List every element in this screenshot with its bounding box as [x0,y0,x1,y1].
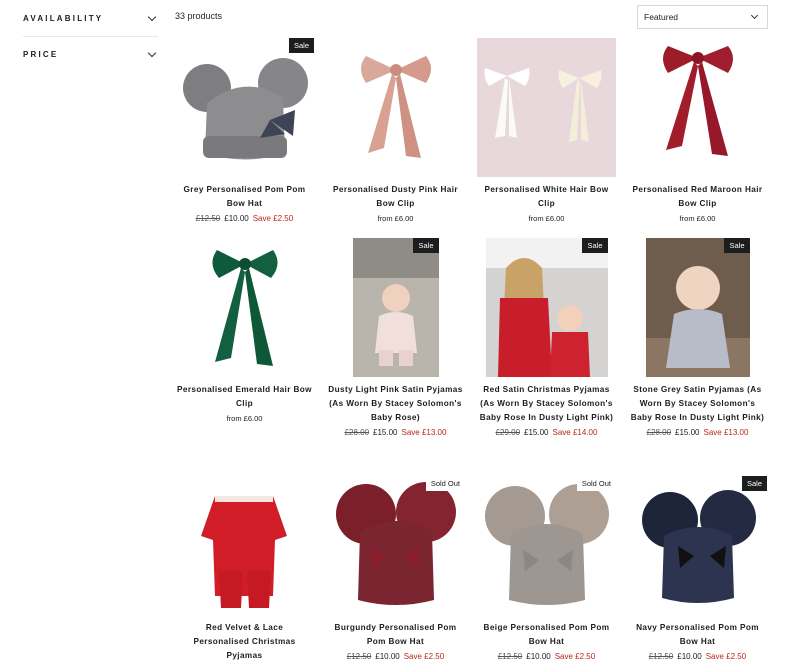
product-image[interactable]: Sold Out [326,476,465,615]
product-card[interactable]: Sale Grey Personalised Pom Pom Bow Hat £… [175,38,314,238]
product-image[interactable] [477,38,616,177]
chevron-down-icon [750,11,759,20]
product-price: £12.50 £10.00 Save £2.50 [326,652,465,661]
product-price: £29.00 £15.00 Save £14.00 [477,428,616,437]
product-image[interactable] [175,238,314,377]
from-price: from £6.00 [377,214,414,223]
sale-badge: Sale [582,238,608,253]
product-title[interactable]: Navy Personalised Pom Pom Bow Hat [628,621,767,649]
product-price: £28.00 £15.00 Save £13.00 [628,428,767,437]
product-card[interactable]: Personalised Emerald Hair Bow Clip from … [175,238,314,476]
sold-out-badge: Sold Out [425,476,465,491]
original-price: £12.50 [195,214,221,223]
product-image[interactable] [175,476,314,615]
product-title[interactable]: Personalised Red Maroon Hair Bow Clip [628,183,767,211]
savings: Save £13.00 [703,428,749,437]
product-card[interactable]: Sold Out Beige Personalised Pom Pom Bow … [477,476,616,669]
product-card[interactable]: Sale Navy Personalised Pom Pom Bow Hat £… [628,476,767,669]
product-card[interactable]: Red Velvet & Lace Personalised Christmas… [175,476,314,669]
from-price: from £6.00 [679,214,716,223]
product-price: from £6.00 [175,414,314,423]
product-title[interactable]: Red Satin Christmas Pyjamas (As Worn By … [477,383,616,425]
product-image[interactable] [326,38,465,177]
product-grid: Sale Grey Personalised Pom Pom Bow Hat £… [175,38,768,669]
savings: Save £2.50 [252,214,294,223]
filter-label: AVAILABILITY [23,13,104,23]
product-title[interactable]: Stone Grey Satin Pyjamas (As Worn By Sta… [628,383,767,425]
product-title[interactable]: Beige Personalised Pom Pom Bow Hat [477,621,616,649]
savings: Save £14.00 [552,428,598,437]
product-image[interactable] [628,38,767,177]
product-card[interactable]: Sold Out Burgundy Personalised Pom Pom B… [326,476,465,669]
product-image[interactable]: Sale [175,38,314,177]
product-image[interactable]: Sale [628,476,767,615]
product-title[interactable]: Red Velvet & Lace Personalised Christmas… [175,621,314,663]
product-price: £12.50 £10.00 Save £2.50 [175,214,314,223]
savings: Save £13.00 [401,428,447,437]
filter-availability[interactable]: AVAILABILITY [23,0,158,36]
original-price: £12.50 [346,652,372,661]
filter-price[interactable]: PRICE [23,36,158,72]
sale-price: £10.00 [224,214,249,223]
product-card[interactable]: Sale Stone Grey Satin Pyjamas (As Worn B… [628,238,767,476]
product-title[interactable]: Personalised Emerald Hair Bow Clip [175,383,314,411]
savings: Save £2.50 [403,652,445,661]
sale-badge: Sale [741,476,767,491]
sale-price: £10.00 [526,652,551,661]
product-card[interactable]: Sale Red Satin Christmas Pyjamas (As Wor… [477,238,616,476]
sale-price: £15.00 [373,428,398,437]
product-card[interactable]: Personalised Red Maroon Hair Bow Clip fr… [628,38,767,238]
original-price: £28.00 [344,428,370,437]
product-price: from £6.00 [326,214,465,223]
product-image[interactable]: Sale [352,238,439,377]
sold-out-badge: Sold Out [576,476,616,491]
sale-price: £10.00 [677,652,702,661]
product-card[interactable]: Personalised Dusty Pink Hair Bow Clip fr… [326,38,465,238]
product-image[interactable]: Sale [645,238,750,377]
sale-price: £15.00 [524,428,549,437]
filter-label: PRICE [23,50,59,59]
product-price: £12.50 £10.00 Save £2.50 [477,652,616,661]
chevron-down-icon [147,48,157,58]
product-count: 33 products [175,11,223,21]
product-price: from £6.00 [628,214,767,223]
from-price: from £6.00 [528,214,565,223]
product-title[interactable]: Burgundy Personalised Pom Pom Bow Hat [326,621,465,649]
sale-badge: Sale [724,238,750,253]
product-card[interactable]: Personalised White Hair Bow Clip from £6… [477,38,616,238]
sale-badge: Sale [288,38,314,53]
original-price: £29.00 [495,428,521,437]
sale-price: £15.00 [675,428,700,437]
product-image[interactable]: Sold Out [477,476,616,615]
product-title[interactable]: Dusty Light Pink Satin Pyjamas (As Worn … [326,383,465,425]
chevron-down-icon [147,12,157,21]
original-price: £28.00 [646,428,672,437]
sale-badge: Sale [413,238,439,253]
original-price: £12.50 [497,652,523,661]
product-card[interactable]: Sale Dusty Light Pink Satin Pyjamas (As … [326,238,465,476]
product-title[interactable]: Personalised Dusty Pink Hair Bow Clip [326,183,465,211]
original-price: £12.50 [648,652,674,661]
product-title[interactable]: Personalised White Hair Bow Clip [477,183,616,211]
product-price: £12.50 £10.00 Save £2.50 [628,652,767,661]
from-price: from £6.00 [226,414,263,423]
product-title[interactable]: Grey Personalised Pom Pom Bow Hat [175,183,314,211]
product-price: from £6.00 [477,214,616,223]
sort-select[interactable]: Featured [637,5,768,29]
filter-sidebar: AVAILABILITY PRICE [23,0,158,72]
sort-value: Featured [644,12,679,22]
savings: Save £2.50 [554,652,596,661]
sale-price: £10.00 [375,652,400,661]
product-price: £28.00 £15.00 Save £13.00 [326,428,465,437]
savings: Save £2.50 [705,652,747,661]
product-image[interactable]: Sale [485,238,608,377]
